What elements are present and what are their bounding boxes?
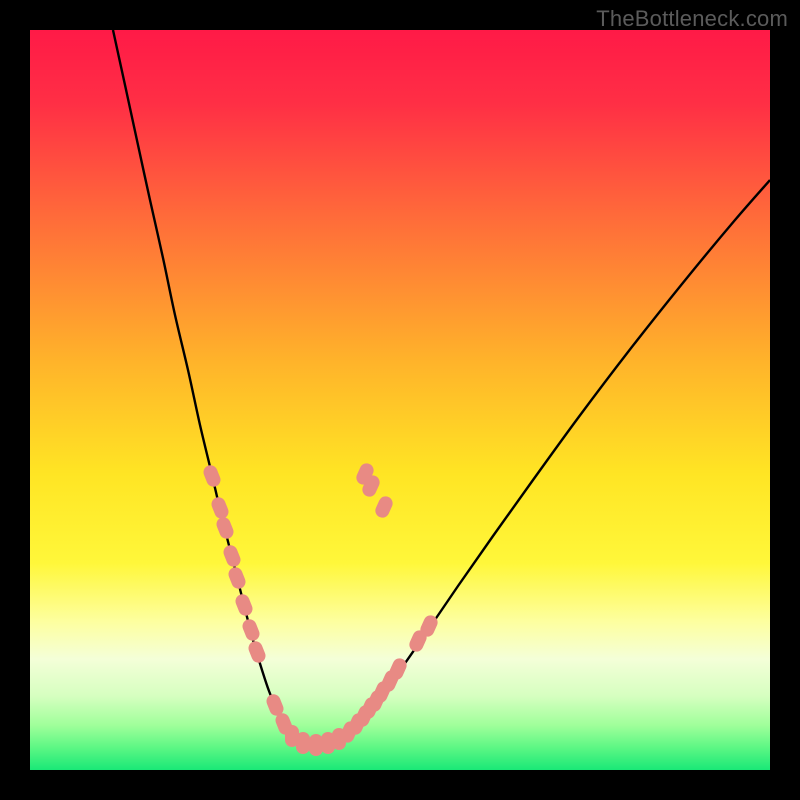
chart-svg [30,30,770,770]
chart-frame: TheBottleneck.com [0,0,800,800]
watermark-text: TheBottleneck.com [596,6,788,32]
curve-marker [296,732,310,754]
curve-marker [309,734,323,756]
plot-area [30,30,770,770]
